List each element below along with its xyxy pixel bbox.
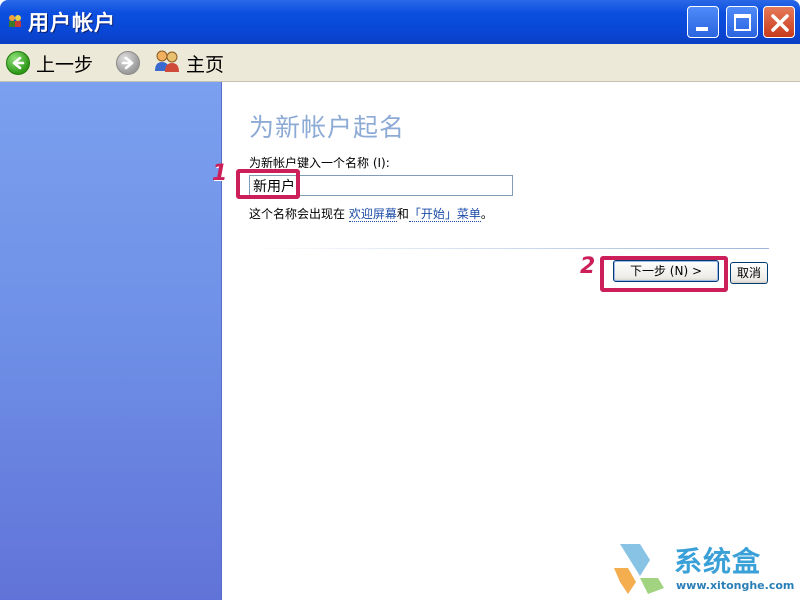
- home-label: 主页: [186, 53, 225, 76]
- minimize-icon: [696, 27, 708, 31]
- close-button[interactable]: [763, 6, 795, 38]
- forward-arrow-icon: [116, 51, 140, 75]
- back-button[interactable]: 上一步: [6, 48, 93, 78]
- minimize-button[interactable]: [687, 6, 719, 38]
- title-bar[interactable]: 用户帐户: [0, 0, 800, 44]
- back-label: 上一步: [36, 53, 94, 76]
- side-panel: [0, 82, 222, 600]
- hint-suffix: 。: [480, 207, 493, 221]
- close-icon: [771, 14, 789, 32]
- welcome-screen-link[interactable]: 欢迎屏幕: [348, 207, 397, 222]
- window-title: 用户帐户: [28, 11, 116, 35]
- watermark: 系统盒 www.xitonghe.com: [610, 538, 796, 596]
- users-home-icon: [154, 49, 180, 77]
- users-icon: [7, 13, 23, 29]
- annotation-marker-2: 2: [580, 254, 596, 279]
- hint-and: 和: [396, 207, 409, 221]
- toolbar: 上一步 主页: [0, 44, 800, 82]
- divider: [249, 248, 769, 249]
- watermark-brand: 系统盒: [674, 545, 762, 578]
- annotation-marker-1: 1: [212, 161, 228, 186]
- maximize-icon: [734, 14, 751, 31]
- page-title: 为新帐户起名: [249, 113, 406, 142]
- home-button[interactable]: 主页: [154, 48, 224, 78]
- back-arrow-icon: [6, 51, 30, 75]
- hint-text: 这个名称会出现在 欢迎屏幕和「开始」菜单。: [249, 205, 493, 222]
- watermark-logo: [614, 544, 664, 594]
- annotation-box-2: [600, 256, 728, 292]
- cancel-button[interactable]: 取消: [730, 262, 768, 284]
- watermark-url: www.xitonghe.com: [676, 579, 795, 592]
- hint-prefix: 这个名称会出现在: [249, 207, 349, 221]
- annotation-box-1: [236, 169, 300, 199]
- forward-button[interactable]: [116, 48, 140, 78]
- main-content: 为新帐户起名 为新帐户键入一个名称 (I): 这个名称会出现在 欢迎屏幕和「开始…: [222, 82, 800, 600]
- maximize-button[interactable]: [726, 6, 758, 38]
- start-menu-link[interactable]: 「开始」菜单: [408, 207, 481, 222]
